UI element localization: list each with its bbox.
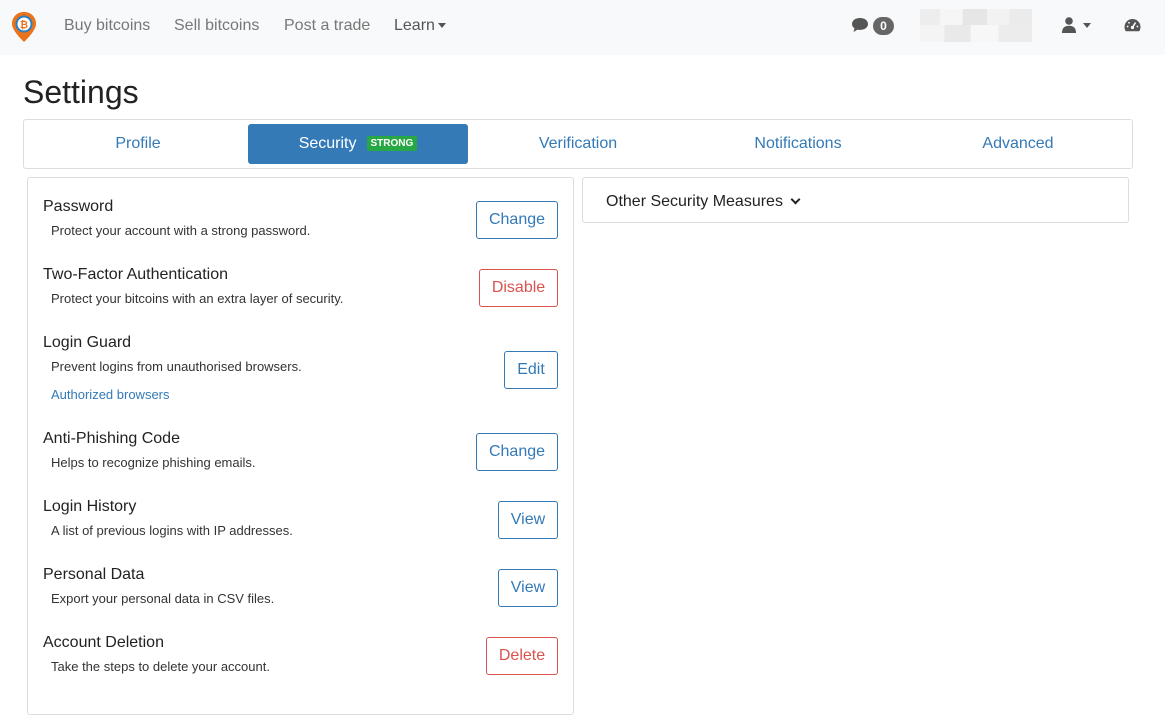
user-icon[interactable]	[1062, 17, 1076, 33]
dashboard-gauge-icon[interactable]	[1124, 18, 1141, 32]
setting-description: Helps to recognize phishing emails.	[51, 455, 256, 470]
setting-title: Login History	[43, 498, 137, 515]
setting-title: Login Guard	[43, 334, 132, 351]
change-password-button[interactable]: Change	[476, 201, 558, 239]
tab-advanced[interactable]: Advanced	[908, 124, 1128, 164]
setting-title: Anti-Phishing Code	[43, 430, 180, 447]
bitcoin-pin-logo-icon[interactable]: ₿	[11, 11, 37, 43]
chat-bubble-icon[interactable]	[851, 17, 869, 33]
nav-buy-bitcoins[interactable]: Buy bitcoins	[64, 16, 150, 36]
setting-title: Two-Factor Authentication	[43, 266, 228, 283]
setting-description: A list of previous logins with IP addres…	[51, 523, 293, 538]
setting-description: Protect your account with a strong passw…	[51, 223, 311, 238]
svg-text:₿: ₿	[20, 19, 28, 31]
security-settings-panel: Password Protect your account with a str…	[27, 177, 574, 715]
nav-post-trade[interactable]: Post a trade	[284, 16, 370, 36]
chevron-down-icon	[790, 194, 801, 205]
settings-tabs: Profile Security STRONG Verification Noti…	[23, 119, 1133, 169]
nav-learn-dropdown[interactable]: Learn	[394, 16, 446, 36]
security-strength-badge: STRONG	[366, 136, 418, 151]
page-title: Settings	[23, 74, 139, 110]
change-anti-phishing-button[interactable]: Change	[476, 433, 558, 471]
setting-description: Protect your bitcoins with an extra laye…	[51, 291, 344, 306]
disable-2fa-button[interactable]: Disable	[479, 269, 558, 307]
user-menu-caret-icon[interactable]	[1083, 23, 1091, 28]
caret-down-icon	[437, 23, 446, 29]
delete-account-button[interactable]: Delete	[486, 637, 558, 675]
tab-profile[interactable]: Profile	[28, 124, 248, 164]
setting-description: Export your personal data in CSV files.	[51, 591, 275, 606]
edit-login-guard-button[interactable]: Edit	[504, 351, 558, 389]
nav-learn-label: Learn	[394, 17, 435, 34]
tab-notifications[interactable]: Notifications	[688, 124, 908, 164]
other-security-measures-panel: Other Security Measures	[582, 177, 1129, 223]
messages-count-badge[interactable]: 0	[873, 17, 894, 35]
top-navbar: ₿ Buy bitcoins Sell bitcoins Post a trad…	[0, 0, 1165, 55]
setting-title: Password	[43, 198, 114, 215]
setting-title: Personal Data	[43, 566, 145, 583]
nav-sell-bitcoins[interactable]: Sell bitcoins	[174, 16, 259, 36]
setting-title: Account Deletion	[43, 634, 164, 651]
tab-verification[interactable]: Verification	[468, 124, 688, 164]
setting-description: Prevent logins from unauthorised browser…	[51, 359, 302, 374]
authorized-browsers-link[interactable]: Authorized browsers	[51, 387, 170, 403]
other-security-measures-label: Other Security Measures	[606, 193, 783, 210]
view-personal-data-button[interactable]: View	[498, 569, 558, 607]
blurred-username-area	[920, 9, 1032, 42]
other-security-measures-toggle[interactable]: Other Security Measures	[606, 192, 801, 212]
setting-description: Take the steps to delete your account.	[51, 659, 270, 674]
tab-security[interactable]: Security STRONG	[248, 124, 468, 164]
view-login-history-button[interactable]: View	[498, 501, 558, 539]
tab-security-label: Security	[298, 135, 357, 152]
